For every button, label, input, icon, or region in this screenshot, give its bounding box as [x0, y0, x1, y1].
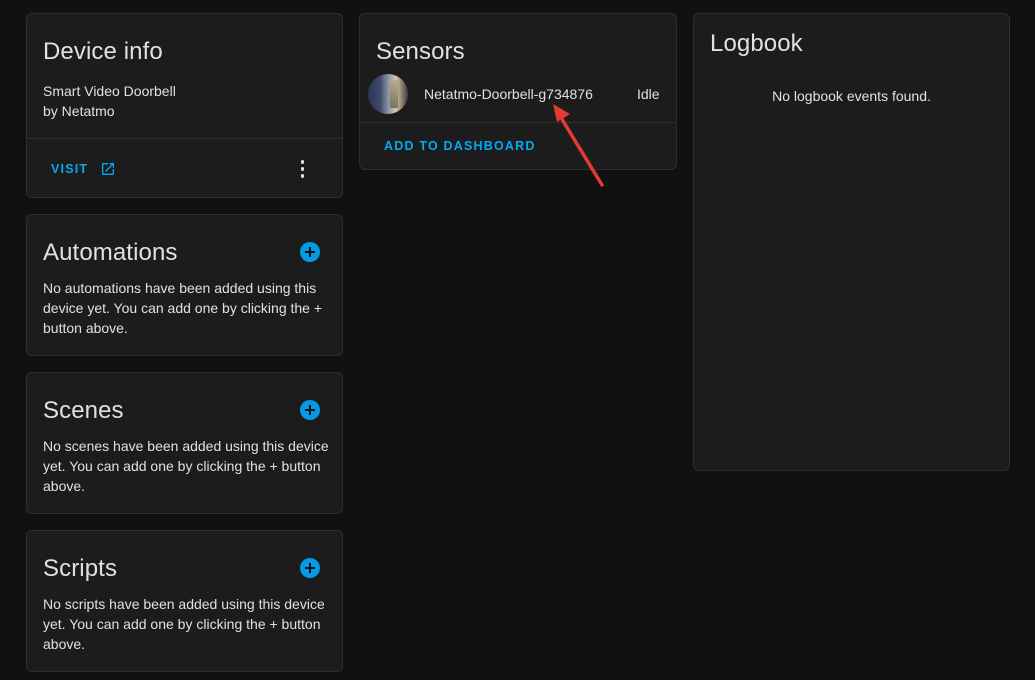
scripts-title: Scripts: [43, 555, 118, 582]
scenes-card: Scenes No scenes have been added using t…: [26, 372, 343, 514]
sensor-row[interactable]: Netatmo-Doorbell-g734876 Idle: [360, 74, 676, 116]
scripts-empty-text: No scripts have been added using this de…: [43, 596, 325, 652]
device-model: Smart Video Doorbell: [43, 83, 176, 99]
device-info-card: Device info Smart Video Doorbell by Neta…: [26, 13, 343, 198]
sensor-entity-state: Idle: [637, 86, 660, 102]
logbook-title: Logbook: [710, 30, 803, 57]
device-info-title: Device info: [43, 38, 163, 65]
scripts-card: Scripts No scripts have been added using…: [26, 530, 343, 672]
open-in-new-icon: [102, 163, 115, 175]
scenes-title: Scenes: [43, 397, 124, 424]
automations-card: Automations No automations have been add…: [26, 214, 343, 356]
visit-button[interactable]: VISIT: [51, 161, 116, 177]
automations-empty-text: No automations have been added using thi…: [43, 280, 323, 336]
sensor-entity-name: Netatmo-Doorbell-g734876: [424, 86, 593, 102]
sensors-card: Sensors Netatmo-Doorbell-g734876 Idle AD…: [359, 13, 677, 170]
add-to-dashboard-button[interactable]: ADD TO DASHBOARD: [384, 139, 536, 153]
logbook-card: Logbook No logbook events found.: [693, 13, 1010, 471]
automations-title: Automations: [43, 239, 178, 266]
visit-label: VISIT: [51, 162, 89, 176]
sensors-title: Sensors: [376, 38, 465, 65]
scenes-empty-text: No scenes have been added using this dev…: [43, 438, 329, 494]
add-script-button[interactable]: [300, 558, 320, 578]
device-info-divider: [27, 138, 342, 139]
more-vert-icon[interactable]: [298, 159, 306, 179]
camera-avatar: [368, 74, 408, 114]
sensors-divider: [360, 122, 676, 123]
logbook-empty-text: No logbook events found.: [772, 88, 931, 104]
add-automation-button[interactable]: [300, 242, 320, 262]
device-manufacturer: by Netatmo: [43, 103, 115, 119]
add-scene-button[interactable]: [300, 400, 320, 420]
